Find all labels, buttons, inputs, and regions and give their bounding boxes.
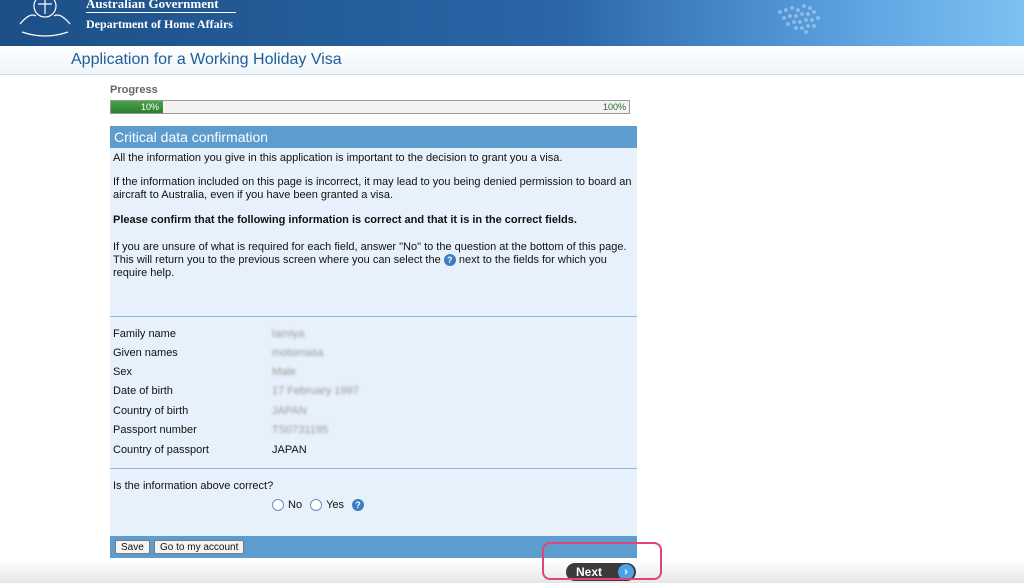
save-button[interactable]: Save — [115, 540, 150, 554]
section-divider — [110, 468, 637, 469]
field-value: tamiya — [272, 328, 305, 340]
yes-radio[interactable] — [310, 499, 323, 511]
government-name: Australian Government — [86, 0, 219, 10]
critical-data-panel: Critical data confirmation All the infor… — [110, 126, 637, 558]
field-value: JAPAN — [272, 405, 307, 417]
progress-max-label: 100% — [602, 102, 626, 112]
field-passport-number: Passport number TS0731195 — [113, 424, 633, 440]
progress-label: Progress — [110, 84, 158, 96]
field-family-name: Family name tamiya — [113, 328, 633, 344]
wordmark-rule — [86, 12, 236, 13]
field-country-of-birth: Country of birth JAPAN — [113, 405, 633, 421]
field-label: Sex — [113, 366, 132, 378]
field-value: JAPAN — [272, 444, 307, 456]
section-divider — [110, 316, 637, 317]
coat-of-arms-icon — [19, 0, 71, 37]
field-value: motomasa — [272, 347, 324, 359]
intro-text: All the information you give in this app… — [113, 152, 563, 164]
next-button-highlight — [542, 542, 662, 580]
field-sex: Sex Male — [113, 366, 633, 382]
help-icon: ? — [443, 254, 456, 267]
panel-title: Critical data confirmation — [110, 126, 637, 148]
field-country-of-passport: Country of passport JAPAN — [113, 444, 633, 460]
field-label: Given names — [113, 347, 178, 359]
field-value: TS0731195 — [272, 424, 329, 436]
field-value: 17 February 1997 — [272, 385, 359, 397]
progress-current-label: 10% — [141, 102, 160, 112]
help-instruction: If you are unsure of what is required fo… — [113, 241, 633, 280]
confirmation-answers: No Yes ? — [272, 499, 365, 511]
page-bottom-shadow — [0, 560, 1024, 583]
warning-text: If the information included on this page… — [113, 176, 632, 201]
field-label: Date of birth — [113, 385, 173, 397]
field-label: Country of birth — [113, 405, 189, 417]
progress-bar: 10% 100% — [110, 100, 630, 114]
australia-map-icon — [778, 4, 820, 34]
page-title-bar: Application for a Working Holiday Visa — [0, 46, 1024, 75]
field-label: Family name — [113, 328, 176, 340]
field-label: Country of passport — [113, 444, 209, 456]
field-date-of-birth: Date of birth 17 February 1997 — [113, 385, 633, 401]
go-to-account-button[interactable]: Go to my account — [154, 540, 245, 554]
page-title: Application for a Working Holiday Visa — [71, 51, 342, 68]
department-name: Department of Home Affairs — [86, 17, 233, 31]
no-radio[interactable] — [272, 499, 284, 511]
government-banner: Australian Government Department of Home… — [0, 0, 1024, 46]
government-wordmark: Australian Government Department of Home… — [86, 0, 236, 32]
confirmation-question: Is the information above correct? — [113, 480, 274, 492]
confirm-instruction: Please confirm that the following inform… — [113, 214, 577, 226]
field-label: Passport number — [113, 424, 197, 436]
field-given-names: Given names motomasa — [113, 347, 633, 363]
field-value: Male — [272, 366, 296, 378]
no-label: No — [288, 499, 303, 511]
help-icon[interactable]: ? — [352, 499, 365, 511]
yes-label: Yes — [326, 499, 345, 511]
